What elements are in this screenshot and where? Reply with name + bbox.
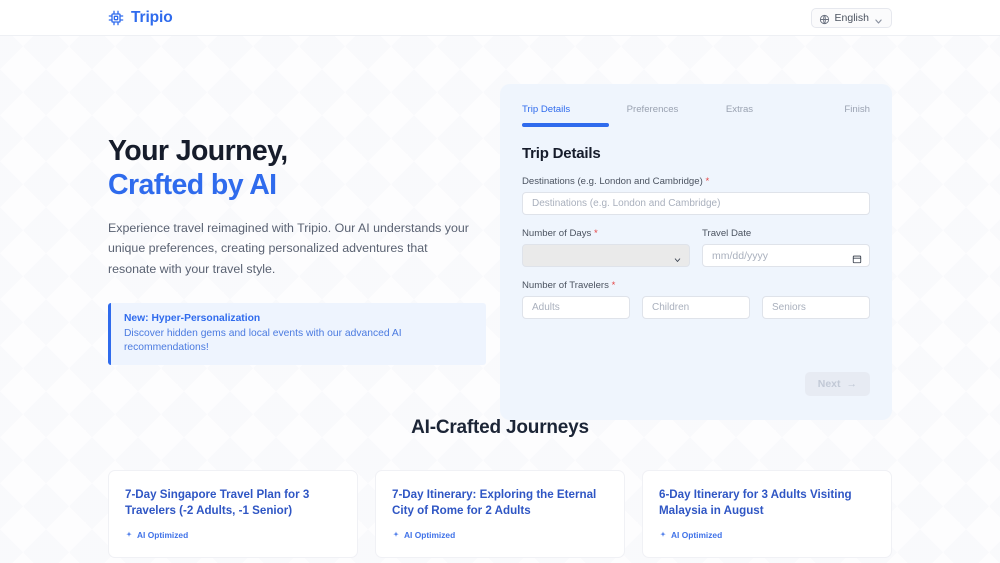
- required-marker: *: [705, 176, 710, 187]
- travel-date-label: Travel Date: [702, 228, 752, 239]
- journeys-grid: 7-Day Singapore Travel Plan for 3 Travel…: [108, 470, 892, 563]
- journey-card[interactable]: 7-Day Singapore Travel Plan for 3 Travel…: [108, 470, 358, 558]
- wizard-step-label: Preferences: [626, 104, 679, 115]
- travelers-label: Number of Travelers *: [522, 280, 870, 291]
- wizard-step-label: Trip Details: [522, 104, 571, 115]
- journeys-title: AI-Crafted Journeys: [411, 417, 589, 439]
- days-label-text: Number of Days: [522, 228, 592, 239]
- status-badge: AI Optimized: [392, 530, 608, 540]
- language-selector[interactable]: English: [810, 7, 892, 28]
- sparkle-icon: [392, 531, 400, 539]
- wizard-step-extras[interactable]: Extras: [696, 104, 783, 127]
- destinations-field-group: Destinations (e.g. London and Cambridge)…: [522, 176, 870, 215]
- hero-title-line1: Your Journey,: [108, 135, 288, 167]
- next-button[interactable]: Next →: [804, 372, 870, 396]
- travel-date-input[interactable]: [702, 244, 870, 267]
- next-button-label: Next: [817, 378, 841, 390]
- promo-text: Discover hidden gems and local events wi…: [124, 327, 402, 353]
- status-badge-label: AI Optimized: [671, 529, 723, 540]
- promo-banner: New: Hyper-Personalization Discover hidd…: [108, 302, 486, 366]
- status-badge: AI Optimized: [659, 530, 875, 540]
- required-marker: *: [611, 280, 616, 291]
- children-input[interactable]: [642, 296, 750, 319]
- arrow-right-icon: →: [846, 377, 858, 390]
- hero-copy: Your Journey, Crafted by AI Experience t…: [108, 36, 486, 366]
- journeys-section: AI-Crafted Journeys 7-Day Singapore Trav…: [0, 417, 1000, 563]
- journey-card-title: 6-Day Itinerary for 3 Adults Visiting Ma…: [659, 488, 852, 518]
- wizard-footer: Next →: [522, 372, 870, 396]
- destinations-input[interactable]: [522, 192, 870, 215]
- days-select[interactable]: [522, 244, 690, 267]
- wizard-step-label: Extras: [725, 104, 754, 115]
- wizard-step-progress-bar: [696, 123, 783, 127]
- days-field-group: Number of Days *: [522, 228, 690, 267]
- wizard-step-progress-bar: [783, 123, 870, 127]
- wizard-step-trip-details[interactable]: Trip Details: [522, 104, 609, 127]
- hero-section: Your Journey, Crafted by AI Experience t…: [0, 36, 1000, 420]
- days-label: Number of Days *: [522, 228, 690, 239]
- days-date-row: Number of Days * Travel Date: [522, 228, 870, 267]
- wizard-step-label: Finish: [844, 104, 870, 115]
- travel-date-field-group: Travel Date: [702, 228, 870, 267]
- app-header: Tripio English: [0, 0, 1000, 36]
- wizard-step-preferences[interactable]: Preferences: [609, 104, 696, 127]
- form-title: Trip Details: [522, 145, 601, 162]
- chevron-down-icon: [874, 13, 883, 24]
- journey-card-title: 7-Day Singapore Travel Plan for 3 Travel…: [125, 488, 310, 518]
- page-title: Your Journey, Crafted by AI: [108, 134, 486, 202]
- sparkle-icon: [125, 531, 133, 539]
- wizard-step-progress-bar: [609, 123, 696, 127]
- journey-card[interactable]: 6-Day Itinerary for 3 Adults Visiting Ma…: [642, 470, 892, 558]
- journey-card-title: 7-Day Itinerary: Exploring the Eternal C…: [392, 488, 597, 518]
- destinations-label: Destinations (e.g. London and Cambridge)…: [522, 176, 870, 187]
- promo-title: New: Hyper-Personalization: [124, 312, 261, 324]
- sparkle-icon: [659, 531, 667, 539]
- wizard-step-finish[interactable]: Finish: [783, 104, 870, 127]
- brand-logo[interactable]: Tripio: [108, 9, 173, 27]
- wizard-steps: Trip Details Preferences Extras Finish: [522, 104, 870, 127]
- language-label: English: [834, 11, 869, 24]
- status-badge-label: AI Optimized: [404, 529, 456, 540]
- journey-card[interactable]: 7-Day Itinerary: Exploring the Eternal C…: [375, 470, 625, 558]
- brand-name: Tripio: [131, 8, 173, 26]
- hero-title-line2: Crafted by AI: [108, 169, 277, 202]
- hero-subtitle: Experience travel reimagined with Tripio…: [108, 221, 469, 276]
- status-badge-label: AI Optimized: [137, 529, 189, 540]
- trip-wizard-card: Trip Details Preferences Extras Finish T…: [500, 84, 892, 420]
- required-marker: *: [593, 228, 598, 239]
- adults-input[interactable]: [522, 296, 630, 319]
- destinations-label-text: Destinations (e.g. London and Cambridge): [522, 176, 703, 187]
- travelers-label-text: Number of Travelers: [522, 280, 609, 291]
- chip-icon: [108, 10, 124, 26]
- wizard-step-progress-bar: [522, 123, 609, 127]
- travelers-field-group: Number of Travelers *: [522, 280, 870, 319]
- status-badge: AI Optimized: [125, 530, 341, 540]
- globe-icon: [819, 12, 830, 25]
- seniors-input[interactable]: [762, 296, 870, 319]
